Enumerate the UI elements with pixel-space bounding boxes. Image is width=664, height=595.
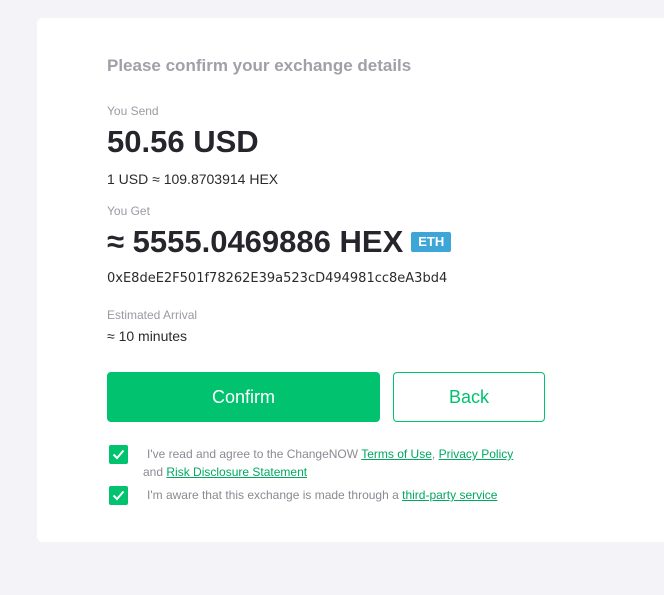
terms-checkbox[interactable] <box>109 445 128 464</box>
get-amount-row: ≈ 5555.0469886 HEX ETH <box>107 224 452 260</box>
and-text: and <box>143 465 167 479</box>
you-send-label: You Send <box>107 104 159 118</box>
check-icon <box>112 449 125 460</box>
privacy-policy-link[interactable]: Privacy Policy <box>439 447 514 461</box>
terms-agreement-text: I've read and agree to the ChangeNOW Ter… <box>143 445 547 481</box>
exchange-confirm-card: Please confirm your exchange details You… <box>37 18 664 542</box>
comma-text: , <box>431 447 436 461</box>
terms-of-use-link[interactable]: Terms of Use <box>361 447 432 461</box>
estimated-arrival-value: ≈ 10 minutes <box>107 328 188 344</box>
exchange-rate: 1 USD ≈ 109.8703914 HEX <box>107 171 279 187</box>
third-party-service-link[interactable]: third-party service <box>402 488 497 502</box>
third-party-prefix-text: I'm aware that this exchange is made thr… <box>147 488 403 502</box>
terms-agreement-row: I've read and agree to the ChangeNOW Ter… <box>109 445 547 481</box>
third-party-agreement-text: I'm aware that this exchange is made thr… <box>147 486 547 504</box>
estimated-arrival-label: Estimated Arrival <box>107 308 198 322</box>
third-party-agreement-row: I'm aware that this exchange is made thr… <box>109 486 547 505</box>
recipient-address: 0xE8deE2F501f78262E39a523cD494981cc8eA3b… <box>107 271 448 286</box>
third-party-checkbox[interactable] <box>109 486 128 505</box>
confirm-button[interactable]: Confirm <box>107 372 380 422</box>
risk-disclosure-link[interactable]: Risk Disclosure Statement <box>166 465 307 479</box>
send-amount: 50.56 USD <box>107 124 259 159</box>
you-get-label: You Get <box>107 204 150 218</box>
page-title: Please confirm your exchange details <box>107 56 412 75</box>
get-amount: ≈ 5555.0469886 HEX <box>107 224 404 259</box>
network-badge: ETH <box>411 232 452 252</box>
check-icon <box>112 490 125 501</box>
terms-prefix-text: I've read and agree to the ChangeNOW <box>147 447 362 461</box>
back-button[interactable]: Back <box>393 372 545 422</box>
